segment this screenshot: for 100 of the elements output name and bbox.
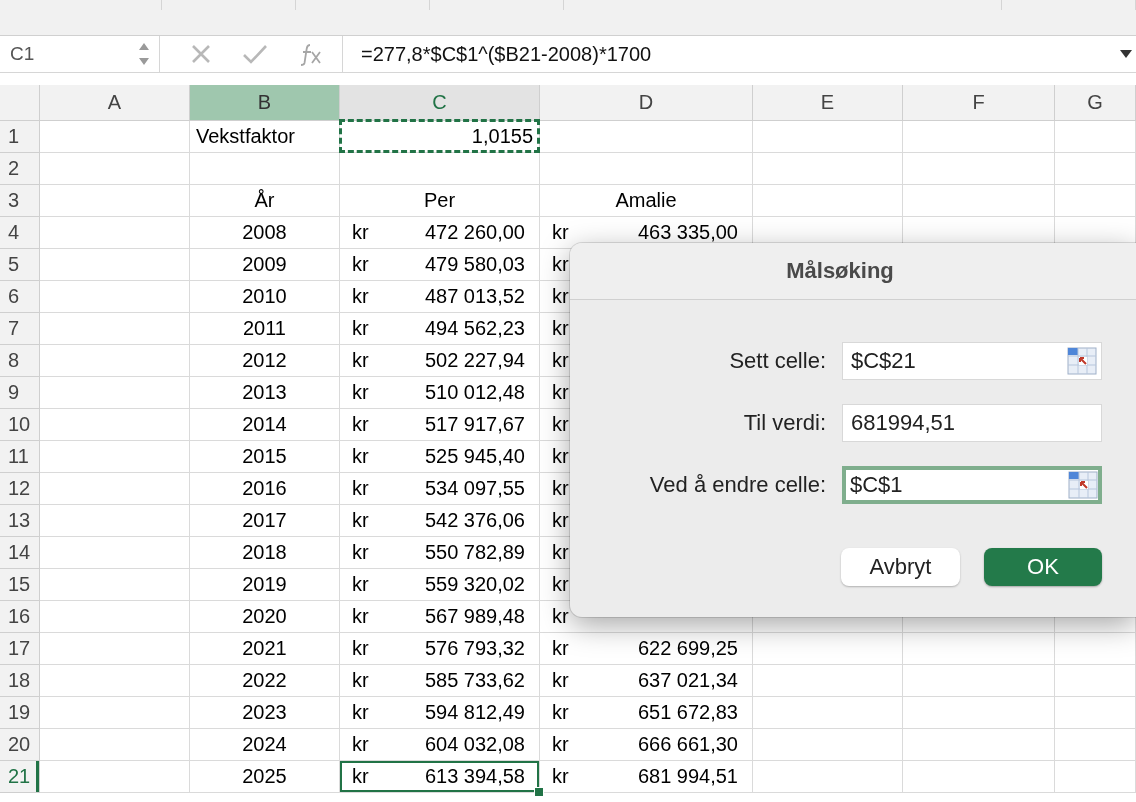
input-field[interactable]: $C$21 xyxy=(842,342,1102,380)
row-header[interactable]: 14 xyxy=(0,537,40,569)
row-header[interactable]: 7 xyxy=(0,313,40,345)
currency-symbol: kr xyxy=(352,701,369,724)
cell-value: 681 994,51 xyxy=(637,765,738,788)
row-header[interactable]: 15 xyxy=(0,569,40,601)
row-header[interactable]: 16 xyxy=(0,601,40,633)
row-header[interactable]: 19 xyxy=(0,697,40,729)
column-header[interactable]: A xyxy=(40,85,190,121)
column-header[interactable]: D xyxy=(540,85,753,121)
table-cell: 2023 xyxy=(190,697,340,729)
cell-value: 604 032,08 xyxy=(424,733,525,756)
input-field[interactable]: 681994,51 xyxy=(842,404,1102,442)
currency-symbol: kr xyxy=(552,349,569,372)
currency-symbol: kr xyxy=(352,669,369,692)
cell-value: 594 812,49 xyxy=(424,701,525,724)
column-header[interactable]: G xyxy=(1055,85,1136,121)
row-header[interactable]: 11 xyxy=(0,441,40,473)
cell-value: 517 917,67 xyxy=(424,413,525,436)
row-header[interactable]: 2 xyxy=(0,153,40,185)
column-header[interactable]: B xyxy=(190,85,340,121)
table-cell: 2025 xyxy=(190,761,340,793)
currency-symbol: kr xyxy=(352,477,369,500)
table-cell: 2020 xyxy=(190,601,340,633)
cell-value: 502 227,94 xyxy=(424,349,525,372)
check-icon[interactable] xyxy=(242,43,268,65)
row-header[interactable]: 13 xyxy=(0,505,40,537)
cell-value: 463 335,00 xyxy=(637,221,738,244)
table-cell: 2019 xyxy=(190,569,340,601)
table-cell: Amalie xyxy=(540,185,753,217)
table-cell: 2022 xyxy=(190,665,340,697)
field-value: 681994,51 xyxy=(851,410,955,436)
row-header[interactable]: 1 xyxy=(0,121,40,153)
function-icon[interactable] xyxy=(298,41,324,67)
row-header[interactable]: 18 xyxy=(0,665,40,697)
cell-picker-icon[interactable] xyxy=(1067,347,1097,375)
cell-value: 666 661,30 xyxy=(637,733,738,756)
fill-handle[interactable] xyxy=(534,787,544,797)
currency-symbol: kr xyxy=(352,253,369,276)
cancel-button[interactable]: Avbryt xyxy=(841,548,960,586)
column-header[interactable]: E xyxy=(753,85,903,121)
cell-value: 510 012,48 xyxy=(424,381,525,404)
name-box[interactable]: C1 xyxy=(0,36,160,72)
field-value: $C$21 xyxy=(851,348,916,374)
table-cell: 2018 xyxy=(190,537,340,569)
currency-symbol: kr xyxy=(352,605,369,628)
row-header[interactable]: 5 xyxy=(0,249,40,281)
currency-symbol: kr xyxy=(552,733,569,756)
currency-symbol: kr xyxy=(352,413,369,436)
cell-value: 613 394,58 xyxy=(424,765,525,788)
row-header[interactable]: 21 xyxy=(0,761,40,793)
cancel-icon[interactable] xyxy=(190,43,212,65)
cell-value: 622 699,25 xyxy=(637,637,738,660)
cell-value: 534 097,55 xyxy=(424,477,525,500)
table-cell: 2011 xyxy=(190,313,340,345)
cell-picker-icon[interactable] xyxy=(1068,471,1098,499)
currency-symbol: kr xyxy=(352,285,369,308)
currency-symbol: kr xyxy=(352,637,369,660)
dialog-title: Målsøking xyxy=(570,243,1136,300)
table-cell: Vekstfaktor xyxy=(190,121,340,153)
cell-value: 559 320,02 xyxy=(424,573,525,596)
currency-symbol: kr xyxy=(352,445,369,468)
row-header[interactable]: 20 xyxy=(0,729,40,761)
currency-symbol: kr xyxy=(552,541,569,564)
formula-text[interactable]: =277,8*$C$1^($B21-2008)*1700 xyxy=(343,42,1120,66)
table-cell: 2012 xyxy=(190,345,340,377)
row-header[interactable]: 3 xyxy=(0,185,40,217)
currency-symbol: kr xyxy=(552,669,569,692)
row-header[interactable]: 17 xyxy=(0,633,40,665)
row-header[interactable]: 9 xyxy=(0,377,40,409)
cell-value: 576 793,32 xyxy=(424,637,525,660)
column-header[interactable]: C xyxy=(340,85,540,121)
row-header[interactable]: 6 xyxy=(0,281,40,313)
cell-value: 637 021,34 xyxy=(637,669,738,692)
input-field[interactable]: $C$1 xyxy=(842,466,1102,504)
column-header[interactable]: F xyxy=(903,85,1055,121)
ok-button[interactable]: OK xyxy=(984,548,1102,586)
currency-symbol: kr xyxy=(552,605,569,628)
currency-symbol: kr xyxy=(552,285,569,308)
currency-symbol: kr xyxy=(352,541,369,564)
cell-value: 494 562,23 xyxy=(424,317,525,340)
dropdown-icon[interactable] xyxy=(1120,49,1132,59)
currency-symbol: kr xyxy=(352,509,369,532)
row-header[interactable]: 12 xyxy=(0,473,40,505)
table-cell: 2009 xyxy=(190,249,340,281)
field-value: $C$1 xyxy=(850,472,903,498)
cell-value: 585 733,62 xyxy=(424,669,525,692)
row-header[interactable]: 8 xyxy=(0,345,40,377)
field-label: Til verdi: xyxy=(742,410,826,436)
table-cell: 2015 xyxy=(190,441,340,473)
currency-symbol: kr xyxy=(352,765,369,788)
row-header[interactable]: 4 xyxy=(0,217,40,249)
currency-symbol: kr xyxy=(352,733,369,756)
cell-value: 479 580,03 xyxy=(424,253,525,276)
table-cell: 2013 xyxy=(190,377,340,409)
row-header[interactable]: 10 xyxy=(0,409,40,441)
table-cell: 2008 xyxy=(190,217,340,249)
currency-symbol: kr xyxy=(552,445,569,468)
cell-value: 651 672,83 xyxy=(637,701,738,724)
currency-symbol: kr xyxy=(552,253,569,276)
